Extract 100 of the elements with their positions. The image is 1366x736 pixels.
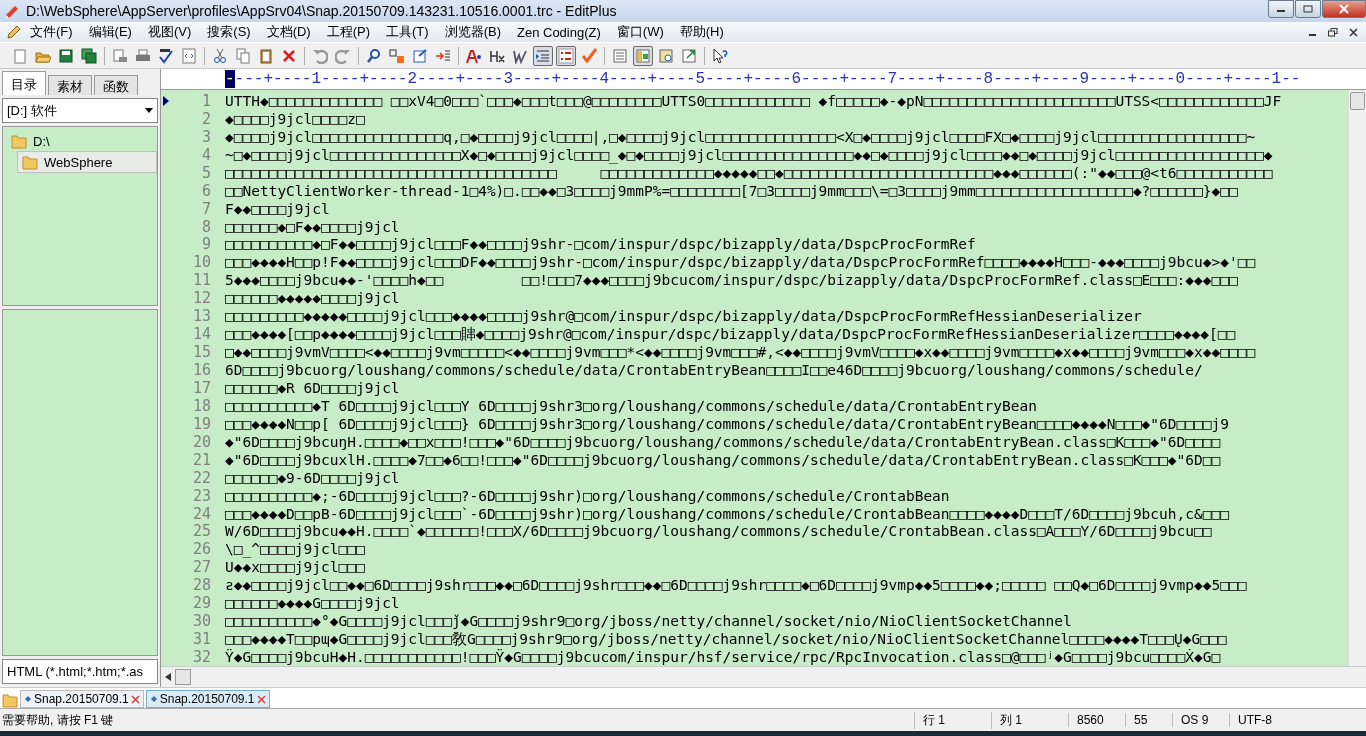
line-number: 4 <box>200 145 212 164</box>
paste-icon <box>258 47 274 64</box>
export-window-icon <box>681 47 697 64</box>
goto-icon <box>412 47 428 64</box>
output-window-icon <box>658 47 674 64</box>
status-row: 行 1 <box>914 711 991 729</box>
new-file-icon <box>12 47 28 64</box>
menu-item[interactable]: 文件(F) <box>22 22 81 42</box>
line-number: 15 <box>191 343 212 362</box>
line-number: 16 <box>191 361 212 380</box>
sidebar-tab[interactable]: 目录 <box>2 71 46 95</box>
print-preview-icon <box>112 47 128 64</box>
vertical-scrollbar[interactable] <box>1348 90 1366 666</box>
toggle-button[interactable] <box>633 45 653 66</box>
status-size: 8560 <box>1068 713 1125 727</box>
line-number: 30 <box>191 612 212 631</box>
code-line: □□□□□□□□□□◆□F◆◆□□□□j9jcl□□□F◆◆□□□□j9shr-□com/inspur/dspc/bizapply/data/DspcProcFormRef <box>225 236 976 253</box>
status-help-text: 需要帮助, 请按 F1 键 <box>1 711 115 729</box>
line-number: 11 <box>191 271 212 290</box>
line-number: 12 <box>191 289 212 308</box>
horizontal-scrollbar[interactable] <box>161 666 1366 687</box>
menu-item[interactable]: 浏览器(B) <box>436 22 509 42</box>
code-line: ◆□□□□j9jcl□□□□z□ <box>225 110 365 127</box>
close-icon <box>1348 27 1358 37</box>
drive-dropdown[interactable]: [D:] 软件 <box>2 98 158 123</box>
delete-icon <box>281 47 297 64</box>
scroll-thumb[interactable] <box>1350 92 1365 110</box>
code-line: □□□□□□□□□□◆T 6D□□□□j9jcl□□□Y 6D□□□□j9shr3□org/loushang/commons/schedule/data/CrontabEntryBean <box>225 397 1037 414</box>
line-number: 22 <box>191 468 212 487</box>
column-ruler: ----+----1----+----2----+----3----+----4----+----5----+----6----+----7----+----8----+----9----+----0----+----1-- <box>161 69 1366 90</box>
code-line: □□□□□□◆9-6D□□□□j9jcl <box>225 469 400 486</box>
line-number: 25 <box>191 522 212 541</box>
app-logo-icon <box>4 3 20 19</box>
code-line: □□NettyClientWorker-thread-1□4%)□.□□◆◆□3□□□□j9mmP%=□□□□□□□□[7□3□□□□j9mm□□□\=□3□□□□j9mm□□□□□□□□□□□□□□□□□□◆?□□□□□□}◆□□ <box>225 182 1238 199</box>
checkmark-icon <box>581 47 597 64</box>
file-filter-dropdown[interactable]: HTML (*.html;*.htm;*.as <box>2 659 158 684</box>
text-area[interactable] <box>161 90 1348 666</box>
status-column: 列 1 <box>991 711 1068 729</box>
menu-item[interactable]: Zen Coding(Z) <box>509 23 609 41</box>
menu-item[interactable]: 视图(V) <box>139 22 200 42</box>
menu-item[interactable]: 文档(D) <box>258 22 319 42</box>
toggle-button[interactable] <box>556 45 576 66</box>
maximize-button[interactable] <box>1295 0 1321 18</box>
code-line: □□□□□□□□□□◆°◆G□□□□j9jcl□□□ǰ◆G□□□□j9shr9□org/jboss/netty/channel/socket/nio/NioClientSocketChannel <box>225 613 1072 630</box>
code-line: Ÿ◆G□□□□j9bcuH◆H.□□□□□□□□□□□!□□□Ÿ◆G□□□□j9bcucom/inspur/hsf/service/rpc/RpcInvocation.class□@□□□ʲ◆G□□□□j9bcu□□□□Ẋ◆G□ <box>225 649 1221 666</box>
scroll-left-arrow-icon <box>165 673 171 681</box>
line-number: 9 <box>200 235 212 254</box>
line-number: 17 <box>191 378 212 397</box>
document-tab[interactable]: Snap.20150709.1 <box>20 690 144 708</box>
file-diamond-icon <box>149 695 158 703</box>
menu-item[interactable]: 窗口(W) <box>608 22 672 42</box>
code-line: □□□□□□□□□□◆;-6D□□□□j9jcl□□□?-6D□□□□j9shr)□org/loushang/commons/schedule/CrontabBean <box>225 487 950 504</box>
line-number: 20 <box>191 432 212 451</box>
code-line: □□□□□□◆R 6D□□□□j9jcl <box>225 379 400 396</box>
code-line: W/6D□□□□j9bcu◆◆H.□□□□`◆□□□□□□!□□□X/6D□□□□j9bcuorg/loushang/commons/schedule/CrontabBean.class□A□□□Y/6D□□□□j9bcu□□ <box>225 523 1212 540</box>
toolbar-button[interactable] <box>79 45 99 66</box>
wrap-icon <box>535 47 551 64</box>
status-os: OS 9 <box>1172 713 1229 727</box>
line-number: 10 <box>191 253 212 272</box>
line-number: 27 <box>191 558 212 577</box>
code-line: F◆◆□□□□j9jcl <box>225 200 330 217</box>
line-number: 19 <box>191 414 212 433</box>
code-line: ~□◆□□□□j9jcl□□□□□□□□□□□□□□□X◆□◆□□□□j9jcl□□□□_◆□◆□□□□j9jcl□□□□□□□□□□□□□□□◆◆□◆□□□□j9jcl□□□□◆◆□◆□□□□j9jcl□□□□□□□□□□□□□□□□□◆ <box>225 146 1273 163</box>
line-number: 26 <box>191 540 212 559</box>
restore-icon <box>1328 27 1338 37</box>
document-tab[interactable]: Snap.20150709.1 <box>145 690 270 708</box>
undo-icon <box>312 47 328 64</box>
line-number: 13 <box>191 307 212 326</box>
code-line: ƨ◆◆□□□□j9jcl□□◆◆□6D□□□□j9shr□□□◆◆□6D□□□□j9shr□□□◆◆□6D□□□□j9shr□□□□◆□6D□□□□j9vmp◆◆5□□□□◆◆;□□□□□ □□Q◆□6D□□□□j9vmp◆◆5□□□ <box>225 577 1247 594</box>
menu-item[interactable]: 编辑(E) <box>80 22 140 42</box>
tree-item[interactable]: D:\ <box>7 131 157 151</box>
close-icon[interactable] <box>130 694 140 704</box>
code-line: □□□◆◆◆◆D□□pB-6D□□□□j9jcl□□□`-6D□□□□j9shr)□org/loushang/commons/schedule/CrontabBean□□□□◆◆◆◆D□□□T/6D□□□□j9bcuh,c&□□□ <box>225 505 1229 522</box>
folder-icon <box>11 133 27 149</box>
close-icon[interactable] <box>256 694 266 704</box>
code-line: □□□□□□□□□□□□□□□□□□□□□□□□□□□□□□□□□□□□□□ □□□□□□□□□□□□□◆◆◆◆◆□□◆□□□□□□□□□□□□□□□□□□□□□□□□◆◆◆□□□□□□(:"◆◆□□□@<t6□□□□□□□□□□□ <box>225 164 1273 181</box>
line-number: 14 <box>191 325 212 344</box>
code-line: UTTH◆□□□□□□□□□□□□□ □□xV4□0□□□`□□□◆□□□t□□□@□□□□□□□□UTTS0□□□□□□□□□□□□ ◆f□□□□□◆-◆pN□□□□□□□□□□□□□□□□□□□□□□UTSS<□□□□□□□□□□□□JF <box>225 92 1282 109</box>
line-number: 7 <box>200 199 212 218</box>
scroll-thumb[interactable] <box>175 669 191 685</box>
close-button[interactable] <box>1322 0 1366 18</box>
pencil-icon <box>6 24 22 40</box>
line-number: 21 <box>191 450 212 469</box>
line-number: 8 <box>200 217 212 236</box>
minimize-button[interactable] <box>1268 0 1294 18</box>
window-title: D:\WebSphere\AppServer\profiles\AppSrv04\Snap.20150709.143231.10516.0001.trc - EditPlus <box>26 3 618 19</box>
menu-item[interactable]: 搜索(S) <box>199 22 259 42</box>
code-line: 5◆◆◆□□□□j9bcu◆◆-'□□□□h◆□□ □□!□□□7◆◆◆□□□□j9bcucom/inspur/dspc/bizapply/data/DspcProcFormRef.class□E□□□:◆◆◆□□□ <box>225 272 1238 289</box>
sidebar-tab[interactable]: 素材 <box>48 75 92 95</box>
sidebar-tab[interactable]: 函数 <box>94 75 138 95</box>
code-line: □□□□□□◆◆◆◆G□□□□j9jcl <box>225 595 400 612</box>
line-number: 3 <box>200 127 212 146</box>
code-line: ◆□□□□j9jcl□□□□□□□□□□□□□□□q,□◆□□□□j9jcl□□□□|,□◆□□□□j9jcl□□□□□□□□□□□□□□□<X□◆□□□□j9jcl□□□□FX□◆□□□□j9jcl□□□□□□□□□□□□□□□□□~ <box>225 128 1256 145</box>
menu-item[interactable]: 工程(P) <box>318 22 379 42</box>
menu-item[interactable]: 帮助(H) <box>671 22 732 42</box>
tree-item[interactable]: WebSphere <box>17 151 157 173</box>
menu-item[interactable]: 工具(T) <box>378 22 437 42</box>
code-line: □□□□□□□□□◆◆◆◆◆□□□□j9jcl□□□◆◆◆◆□□□□j9shr@□com/inspur/dspc/bizapply/data/DspcProcFormRefHessianDeserializer <box>225 308 1142 325</box>
code-line: \□_^□□□□j9jcl□□□ <box>225 541 365 558</box>
toggle-button[interactable] <box>533 45 553 66</box>
